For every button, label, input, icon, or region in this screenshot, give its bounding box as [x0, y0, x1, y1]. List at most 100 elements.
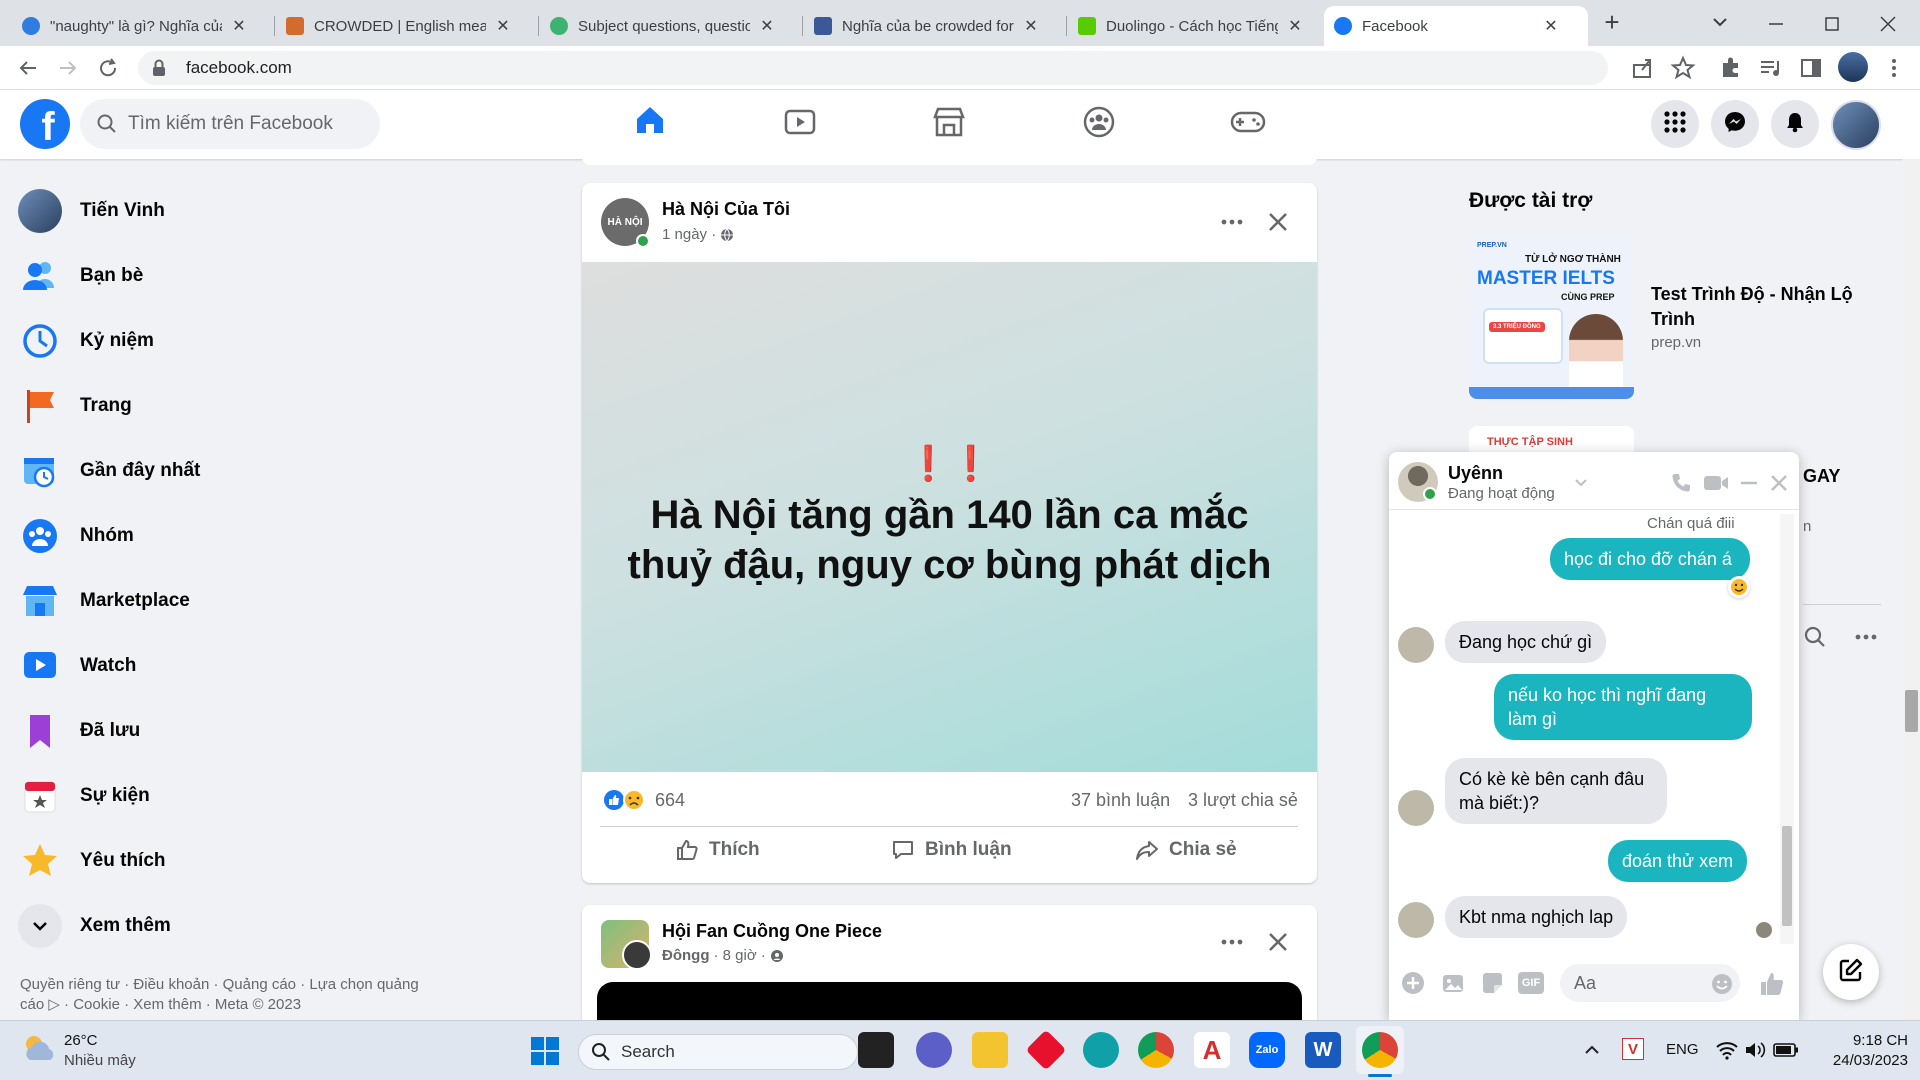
browser-tab[interactable]: CROWDED | English meanin ✕ — [276, 6, 536, 46]
browser-tab-active[interactable]: Facebook ✕ — [1324, 6, 1588, 46]
notifications-button[interactable] — [1771, 100, 1819, 148]
new-tab-button[interactable]: + — [1596, 6, 1628, 38]
close-tab-icon[interactable]: ✕ — [1286, 16, 1304, 36]
comment-button[interactable]: Bình luận — [891, 838, 1012, 862]
close-tab-icon[interactable]: ✕ — [1022, 16, 1040, 36]
chat-contact-name[interactable]: Uyênn — [1448, 463, 1503, 484]
nav-tab-groups[interactable] — [1032, 90, 1166, 159]
browser-tab[interactable]: Subject questions, question ✕ — [540, 6, 802, 46]
profile-avatar[interactable] — [1838, 52, 1868, 82]
nav-tab-watch[interactable] — [733, 90, 867, 159]
nav-tab-home[interactable] — [583, 90, 717, 159]
menu-grid-button[interactable] — [1651, 100, 1699, 148]
sidebar-item-friends[interactable]: Bạn bè — [18, 246, 538, 306]
close-tab-icon[interactable]: ✕ — [758, 16, 776, 36]
weather-temp[interactable]: 26°C — [64, 1032, 98, 1049]
reaction-icons[interactable] — [603, 789, 647, 811]
sidebar-item-marketplace[interactable]: Marketplace — [18, 571, 538, 631]
ad-domain[interactable]: prep.vn — [1651, 334, 1701, 351]
start-menu-icon[interactable] — [530, 1036, 560, 1066]
extensions-icon[interactable] — [1718, 55, 1744, 81]
reload-icon[interactable] — [92, 52, 124, 84]
back-icon[interactable] — [12, 52, 44, 84]
close-window-icon[interactable] — [1876, 12, 1900, 36]
chevron-down-icon[interactable] — [1573, 474, 1589, 490]
side-panel-icon[interactable] — [1798, 55, 1824, 81]
post-sub-author[interactable]: Đôngg — [662, 947, 709, 964]
clock-time[interactable]: 9:18 CH — [1808, 1032, 1908, 1049]
page-scrollbar-thumb[interactable] — [1905, 690, 1918, 732]
reaction-count[interactable]: 664 — [655, 790, 685, 811]
post-time[interactable]: · 8 giờ · — [713, 947, 765, 964]
account-avatar[interactable] — [1831, 100, 1881, 150]
gif-button[interactable]: GIF — [1518, 972, 1544, 994]
close-post-icon[interactable] — [1262, 926, 1294, 958]
chat-contact-avatar[interactable] — [1398, 790, 1434, 826]
message-received[interactable]: Kbt nma nghịch lap — [1445, 896, 1628, 938]
message-sent[interactable]: học đi cho đỡ chán á — [1550, 538, 1750, 580]
more-options-icon[interactable] — [1217, 927, 1247, 957]
taskbar-search[interactable]: Search — [578, 1034, 858, 1070]
chrome-icon[interactable] — [1138, 1032, 1174, 1068]
facebook-search-input[interactable]: Tìm kiếm trên Facebook — [80, 99, 380, 149]
lock-icon[interactable] — [152, 59, 168, 77]
photo-icon[interactable] — [1440, 970, 1466, 996]
file-explorer-icon[interactable] — [972, 1032, 1008, 1068]
close-chat-icon[interactable] — [1767, 471, 1791, 495]
minimize-window-icon[interactable] — [1764, 12, 1788, 36]
close-tab-icon[interactable]: ✕ — [494, 16, 512, 36]
like-button[interactable]: Thích — [675, 838, 760, 862]
comment-count[interactable]: 37 bình luận — [1071, 790, 1170, 811]
voice-call-icon[interactable] — [1670, 472, 1692, 494]
chat-contact-avatar[interactable] — [1398, 627, 1434, 663]
sidebar-item-events[interactable]: Sự kiện — [18, 766, 538, 826]
browser-tab[interactable]: Duolingo - Cách học Tiếng ✕ — [1068, 6, 1330, 46]
weather-desc[interactable]: Nhiều mây — [64, 1052, 136, 1069]
forward-icon[interactable] — [52, 52, 84, 84]
sidebar-item-groups[interactable]: Nhóm — [18, 506, 538, 566]
sticker-icon[interactable] — [1479, 970, 1505, 996]
volume-icon[interactable] — [1744, 1040, 1766, 1060]
emoji-icon[interactable] — [1710, 972, 1734, 996]
address-bar[interactable]: facebook.com — [138, 51, 1608, 85]
sidebar-item-favorites[interactable]: Yêu thích — [18, 831, 538, 891]
input-language[interactable]: ENG — [1666, 1041, 1699, 1058]
acrobat-icon[interactable]: A — [1194, 1032, 1230, 1068]
page-scrollbar[interactable] — [1903, 159, 1920, 1020]
sidebar-item-profile[interactable]: Tiến Vinh — [18, 181, 538, 241]
video-call-icon[interactable] — [1702, 472, 1730, 494]
message-sent[interactable]: nếu ko học thì nghĩ đang làm gì — [1494, 674, 1752, 740]
more-options-icon[interactable] — [1217, 207, 1247, 237]
close-tab-icon[interactable]: ✕ — [230, 16, 248, 36]
share-icon[interactable] — [1630, 55, 1656, 81]
messenger-button[interactable] — [1711, 100, 1759, 148]
add-attachment-icon[interactable] — [1400, 970, 1426, 996]
tab-search-icon[interactable] — [1708, 10, 1732, 34]
ad-headline[interactable]: Test Trình Độ - Nhận Lộ Trình — [1651, 282, 1881, 332]
clock-date[interactable]: 24/03/2023 — [1808, 1052, 1908, 1069]
sidebar-item-see-more[interactable]: Xem thêm — [18, 896, 538, 956]
post-image[interactable]: ❗❗ Hà Nội tăng gần 140 lần ca mắc thuỷ đ… — [582, 262, 1317, 772]
facebook-logo[interactable]: f — [20, 99, 70, 149]
tray-app-icon[interactable]: V — [1622, 1038, 1644, 1060]
ad-image[interactable]: THỰC TẬP SINH — [1469, 426, 1634, 454]
minimize-chat-icon[interactable] — [1738, 472, 1760, 494]
ad-image[interactable]: PREP.VN TỪ LỞ NGƠ THÀNH MASTER IELTS CÙN… — [1469, 234, 1634, 399]
browser-tab[interactable]: Nghĩa của be crowded for t ✕ — [804, 6, 1066, 46]
chat-contact-avatar[interactable] — [1398, 902, 1434, 938]
sidebar-item-saved[interactable]: Đã lưu — [18, 701, 538, 761]
sidebar-item-memories[interactable]: Kỷ niệm — [18, 311, 538, 371]
contacts-more-icon[interactable] — [1852, 624, 1880, 650]
nav-tab-marketplace[interactable] — [882, 90, 1016, 159]
chat-scrollbar-thumb[interactable] — [1782, 826, 1792, 926]
sidebar-item-watch[interactable]: Watch — [18, 636, 538, 696]
message-received[interactable]: Có kè kè bên cạnh đâu mà biết:)? — [1445, 758, 1667, 824]
browser-menu-icon[interactable] — [1886, 55, 1902, 81]
media-control-icon[interactable] — [1758, 55, 1784, 81]
sidebar-item-pages[interactable]: Trang — [18, 376, 538, 436]
bookmark-star-icon[interactable] — [1670, 55, 1696, 81]
task-view-icon[interactable] — [858, 1032, 894, 1068]
nav-tab-gaming[interactable] — [1181, 90, 1315, 159]
close-tab-icon[interactable]: ✕ — [1542, 16, 1560, 36]
sidebar-item-recent[interactable]: Gần đây nhất — [18, 441, 538, 501]
